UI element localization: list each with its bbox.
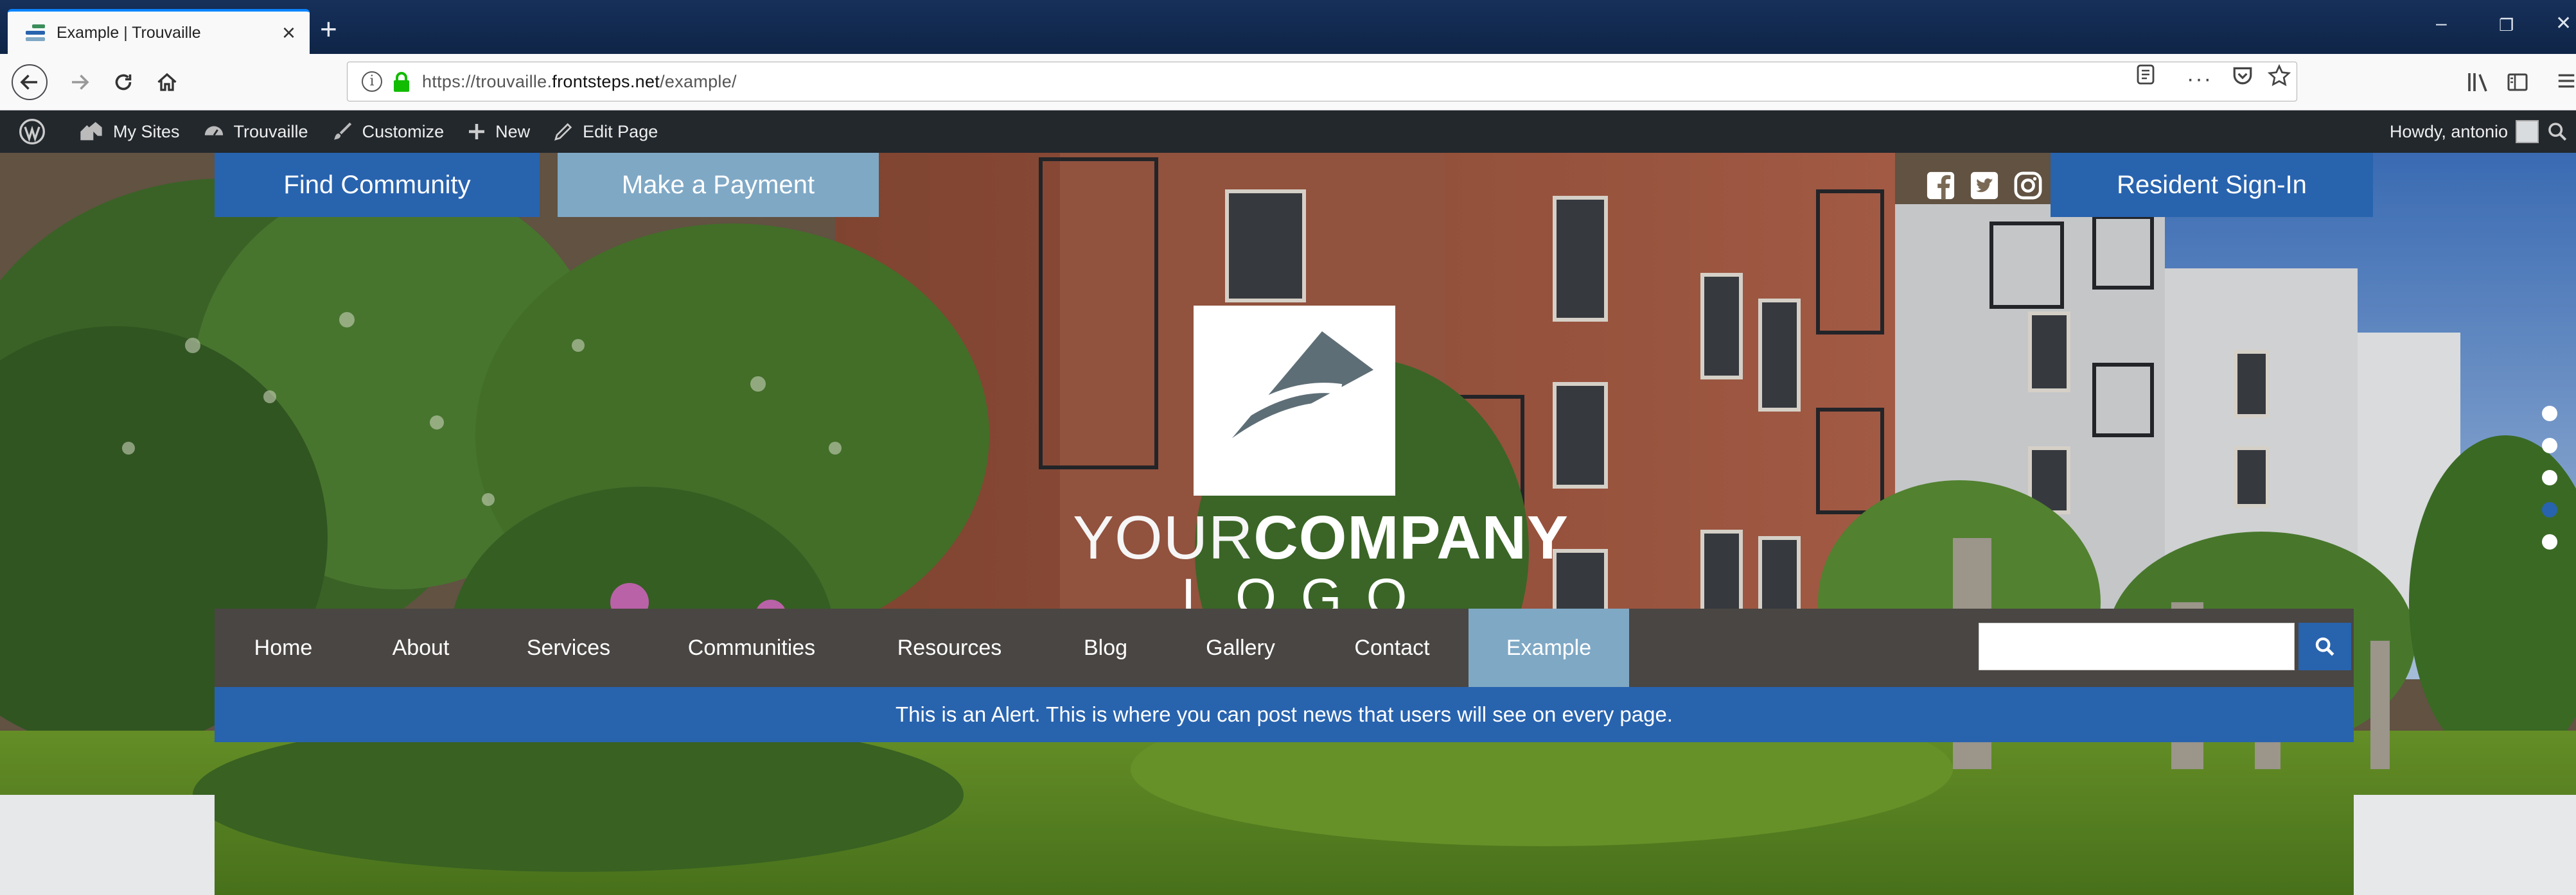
browser-toolbar: i https://trouvaille.frontsteps.net/exam…	[0, 54, 2576, 110]
slider-dot-3[interactable]	[2542, 470, 2557, 485]
home-icon	[157, 73, 177, 91]
hero-section: Find Community Make a Payment Resident S…	[0, 153, 2576, 895]
alert-text: This is an Alert. This is where you can …	[895, 702, 1673, 726]
slider-dot-2[interactable]	[2542, 438, 2557, 453]
home-button[interactable]	[149, 64, 185, 100]
admin-greeting: Howdy, antonio	[2389, 121, 2508, 141]
bookmark-star-icon[interactable]	[2268, 64, 2291, 87]
url-bar[interactable]: i https://trouvaille.frontsteps.net/exam…	[347, 62, 2297, 101]
find-community-button[interactable]: Find Community	[215, 153, 540, 217]
minimize-icon[interactable]: –	[2436, 14, 2447, 33]
forward-button[interactable]	[62, 64, 98, 100]
slider-dot-1[interactable]	[2542, 406, 2557, 421]
company-logo-text: YOURCOMPANY LOGO	[1073, 507, 1568, 624]
make-payment-button[interactable]: Make a Payment	[558, 153, 879, 217]
tab-title: Example | Trouvaille	[57, 23, 201, 42]
nav-item-contact[interactable]: Contact	[1313, 609, 1471, 687]
nav-item-communities[interactable]: Communities	[648, 609, 856, 687]
nav-item-home[interactable]: Home	[215, 609, 352, 687]
admin-search-icon[interactable]	[2546, 121, 2568, 143]
logo-text-company: COMPANY	[1253, 503, 1569, 572]
nav-item-blog[interactable]: Blog	[1043, 609, 1168, 687]
search-icon	[2315, 637, 2334, 656]
back-button[interactable]	[12, 64, 48, 100]
plus-icon	[469, 124, 485, 139]
browser-tab[interactable]: Example | Trouvaille ×	[8, 9, 310, 54]
reload-button[interactable]	[105, 64, 141, 100]
company-logo-mark	[1192, 304, 1397, 497]
admin-site-name[interactable]: Trouvaille	[203, 121, 308, 143]
admin-my-sites[interactable]: My Sites	[78, 121, 180, 143]
logo-mountain-icon	[1192, 304, 1397, 497]
restore-icon[interactable]: ❐	[2499, 17, 2514, 33]
pencil-icon	[554, 123, 572, 141]
menu-icon[interactable]	[2557, 72, 2576, 90]
forward-arrow-icon	[72, 74, 89, 90]
wordpress-icon	[19, 119, 45, 144]
page-actions-icon[interactable]: ···	[2187, 67, 2212, 92]
url-text: https://trouvaille.frontsteps.net/exampl…	[422, 71, 737, 91]
site-favicon-icon	[26, 23, 45, 42]
admin-new[interactable]: New	[467, 122, 530, 142]
window-close-icon[interactable]: ✕	[2555, 14, 2572, 33]
sidebar-icon[interactable]	[2507, 72, 2528, 92]
main-navigation: Home About Services Communities Resource…	[215, 609, 2354, 687]
twitter-icon[interactable]	[1970, 171, 1999, 200]
admin-edit-page-label: Edit Page	[583, 121, 658, 141]
slider-dot-5[interactable]	[2542, 534, 2557, 550]
facebook-icon[interactable]	[1926, 171, 1955, 200]
nav-item-example[interactable]: Example	[1469, 609, 1629, 687]
wordpress-logo[interactable]	[18, 117, 55, 146]
paintbrush-icon	[333, 122, 351, 140]
admin-my-sites-label: My Sites	[113, 121, 180, 141]
back-arrow-icon	[20, 74, 37, 90]
new-tab-icon[interactable]: +	[320, 14, 337, 44]
dashboard-icon	[204, 126, 223, 136]
browser-tab-strip: Example | Trouvaille × + – ❐ ✕	[0, 0, 2576, 54]
admin-site-name-label: Trouvaille	[233, 121, 308, 141]
slider-dot-4[interactable]	[2542, 502, 2557, 517]
instagram-icon[interactable]	[2013, 171, 2043, 200]
admin-account[interactable]: Howdy, antonio	[2390, 110, 2539, 153]
nav-item-about[interactable]: About	[352, 609, 490, 687]
site-search-input[interactable]	[1979, 623, 2295, 670]
reader-view-icon[interactable]	[2135, 64, 2156, 85]
reload-icon	[115, 74, 132, 91]
nav-item-gallery[interactable]: Gallery	[1168, 609, 1313, 687]
my-sites-icon	[80, 122, 102, 141]
resident-signin-button[interactable]: Resident Sign-In	[2051, 153, 2373, 217]
wp-admin-bar: My Sites Trouvaille Customize New Edit P…	[0, 110, 2576, 153]
avatar	[2516, 120, 2539, 143]
logo-text-your: YOUR	[1073, 503, 1254, 572]
pocket-icon[interactable]	[2232, 64, 2254, 86]
admin-edit-page[interactable]: Edit Page	[553, 121, 658, 142]
admin-new-label: New	[495, 121, 531, 141]
site-info-icon[interactable]: i	[362, 71, 382, 92]
tab-close-icon[interactable]: ×	[282, 21, 296, 44]
nav-item-services[interactable]: Services	[490, 609, 648, 687]
nav-item-resources[interactable]: Resources	[856, 609, 1043, 687]
site-search-button[interactable]	[2298, 623, 2351, 670]
admin-customize-label: Customize	[362, 121, 445, 141]
admin-customize[interactable]: Customize	[331, 121, 445, 143]
site-alert-bar: This is an Alert. This is where you can …	[215, 687, 2354, 742]
lock-icon	[394, 72, 409, 92]
library-icon[interactable]	[2467, 72, 2490, 92]
